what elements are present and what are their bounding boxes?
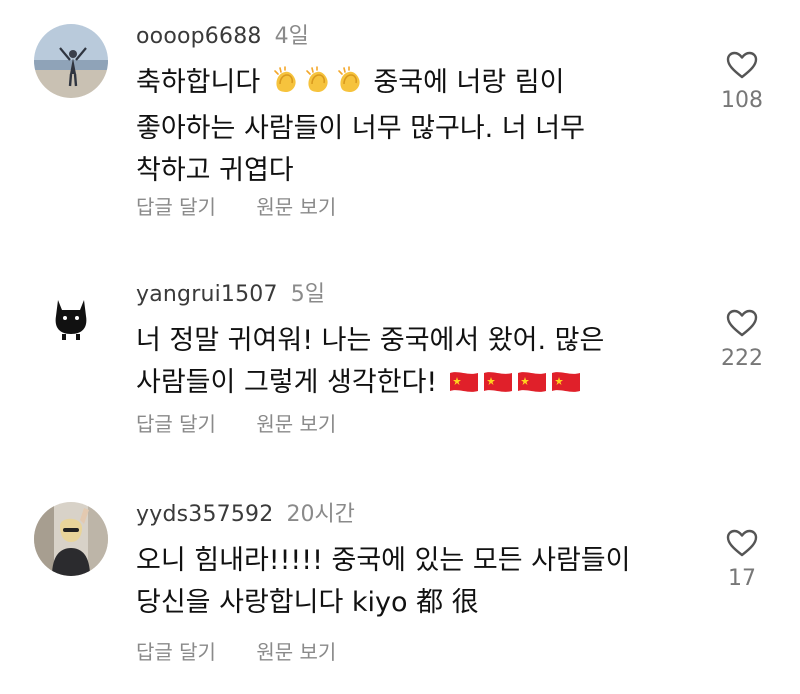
comment-line-text: 축하합니다: [136, 67, 261, 98]
comment-line: 사람들이 그렇게 생각한다!: [136, 362, 676, 408]
avatar-photo-person: [34, 502, 108, 576]
comment-line: 너 정말 귀여워! 나는 중국에서 왔어. 많은: [136, 325, 605, 356]
like-count: 108: [721, 88, 763, 113]
username[interactable]: yyds357592: [136, 502, 273, 527]
comment-meta: oooop6688 4일: [136, 22, 309, 52]
china-flag-icon: [516, 366, 548, 408]
username[interactable]: yangrui1507: [136, 282, 278, 307]
clapping-hands-icon: [271, 65, 301, 108]
comment-text: 축하합니다 중국에 너랑 림이 좋아하는 사람들이 너무 많구나. 너 너무 착…: [136, 62, 676, 192]
like-count: 17: [728, 566, 756, 591]
comment-item: yangrui1507 5일 너 정말 귀여워! 나는 중국에서 왔어. 많은 …: [0, 240, 800, 470]
reply-button[interactable]: 답글 달기: [136, 412, 216, 436]
comment-text: 너 정말 귀여워! 나는 중국에서 왔어. 많은 사람들이 그렇게 생각한다!: [136, 320, 676, 408]
comment-actions: 답글 달기 원문 보기: [136, 410, 336, 438]
heart-icon[interactable]: [725, 308, 759, 338]
heart-icon[interactable]: [725, 50, 759, 80]
comment-line: 오니 힘내라!!!!! 중국에 있는 모든 사람들이: [136, 545, 631, 576]
timestamp: 4일: [274, 24, 309, 49]
timestamp: 20시간: [286, 502, 355, 527]
comment-actions: 답글 달기 원문 보기: [136, 638, 336, 666]
avatar-photo-beach: [34, 24, 108, 98]
see-original-button[interactable]: 원문 보기: [256, 640, 336, 664]
reply-button[interactable]: 답글 달기: [136, 640, 216, 664]
like-count: 222: [721, 346, 763, 371]
comment-line-text: 사람들이 그렇게 생각한다!: [136, 367, 438, 398]
see-original-button[interactable]: 원문 보기: [256, 412, 336, 436]
comment-item: yyds357592 20시간 오니 힘내라!!!!! 중국에 있는 모든 사람…: [0, 470, 800, 694]
comment-line: 축하합니다 중국에 너랑 림이: [136, 62, 676, 108]
heart-icon[interactable]: [725, 528, 759, 558]
comment-actions: 답글 달기 원문 보기: [136, 193, 336, 221]
clapping-hands-icon: [335, 65, 365, 108]
like-control: 17: [700, 528, 784, 594]
china-flag-icon: [448, 366, 480, 408]
comment-line: 착하고 귀엽다: [136, 155, 294, 186]
clapping-hands-icon: [303, 65, 333, 108]
comment-meta: yyds357592 20시간: [136, 500, 355, 530]
comment-line-text: 중국에 너랑 림이: [373, 67, 565, 98]
comment-text: 오니 힘내라!!!!! 중국에 있는 모든 사람들이 당신을 사랑합니다 kiy…: [136, 540, 676, 624]
comment-line: 좋아하는 사람들이 너무 많구나. 너 너무: [136, 113, 585, 144]
username[interactable]: oooop6688: [136, 24, 262, 49]
like-control: 108: [700, 50, 784, 116]
china-flag-icon: [550, 366, 582, 408]
avatar[interactable]: [34, 276, 108, 350]
like-control: 222: [700, 308, 784, 374]
comment-line: 당신을 사랑합니다 kiyo 都 很: [136, 587, 479, 618]
comment-meta: yangrui1507 5일: [136, 280, 325, 310]
avatar[interactable]: [34, 502, 108, 576]
reply-button[interactable]: 답글 달기: [136, 195, 216, 219]
see-original-button[interactable]: 원문 보기: [256, 195, 336, 219]
black-cat-avatar: [55, 300, 87, 340]
comment-item: oooop6688 4일 축하합니다 중국에 너랑 림이 좋아하는 사람들이 너…: [0, 0, 800, 240]
timestamp: 5일: [290, 282, 325, 307]
avatar[interactable]: [34, 24, 108, 98]
china-flag-icon: [482, 366, 514, 408]
